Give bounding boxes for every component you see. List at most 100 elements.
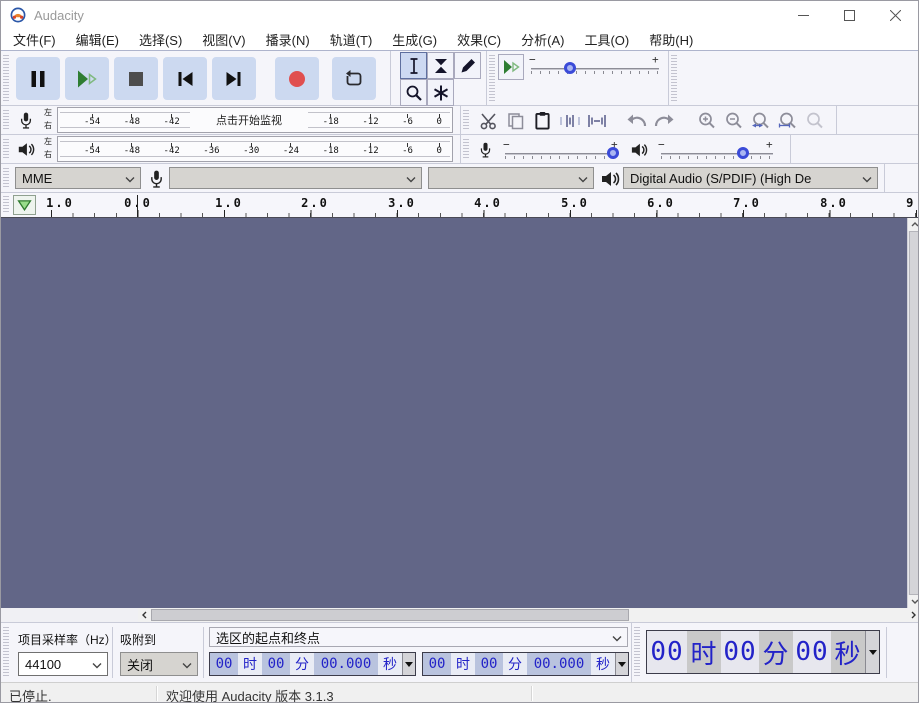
menu-view[interactable]: 视图(V) xyxy=(192,30,255,49)
monitor-hint-overlay[interactable]: 点击开始监视 xyxy=(190,109,308,131)
toolbar-grabber[interactable] xyxy=(463,139,469,159)
ruler-label: 2.0 xyxy=(301,196,329,210)
toolbar-grabber[interactable] xyxy=(3,627,9,678)
selection-end-minutes[interactable]: 00 xyxy=(475,653,503,675)
playback-volume-slider-thumb[interactable] xyxy=(737,147,749,159)
selection-start-hours[interactable]: 00 xyxy=(210,653,238,675)
minimize-button[interactable] xyxy=(780,1,826,29)
recording-volume-slider-thumb[interactable] xyxy=(607,147,619,159)
position-minutes[interactable]: 00 xyxy=(721,631,759,673)
menu-transport[interactable]: 播录(N) xyxy=(256,30,320,49)
toolbar-grabber[interactable] xyxy=(3,168,9,188)
undo-button[interactable] xyxy=(623,106,650,135)
zoom-fit-button[interactable] xyxy=(774,106,801,135)
menu-tools[interactable]: 工具(O) xyxy=(574,30,639,49)
toolbar-grabber[interactable] xyxy=(3,110,9,130)
toolbar-grabber[interactable] xyxy=(634,627,640,678)
skip-start-icon xyxy=(175,71,195,87)
audio-host-select[interactable]: MME xyxy=(15,167,141,189)
audio-position-field[interactable]: 00 时 00 分 00 秒 xyxy=(646,630,880,674)
recording-meter-mic-button[interactable] xyxy=(13,107,39,133)
recording-volume-slider-track[interactable] xyxy=(505,153,619,154)
selection-end-seconds[interactable]: 00.000 xyxy=(527,653,591,675)
scroll-right-button[interactable] xyxy=(907,608,919,622)
menu-generate[interactable]: 生成(G) xyxy=(382,30,447,49)
menu-tracks[interactable]: 轨道(T) xyxy=(320,30,383,49)
envelope-tool-button[interactable] xyxy=(427,52,454,79)
playback-meter[interactable]: -54 -48 -42 -36 -30 -24 -18 -12 -6 0 xyxy=(57,136,453,162)
maximize-button[interactable] xyxy=(826,1,872,29)
selection-end-hours[interactable]: 00 xyxy=(423,653,451,675)
selection-start-time-field[interactable]: 00 时 00 分 00.000 秒 xyxy=(209,652,416,676)
scroll-down-button[interactable] xyxy=(908,595,919,608)
play-icon xyxy=(74,69,100,89)
horizontal-scrollbar-row xyxy=(1,608,919,622)
speed-slider-track[interactable] xyxy=(531,68,659,69)
sample-rate-select[interactable]: 44100 xyxy=(18,652,108,676)
redo-button[interactable] xyxy=(650,106,677,135)
skip-to-start-button[interactable] xyxy=(163,57,207,100)
speed-slider-thumb[interactable] xyxy=(564,62,576,74)
toolbar-grabber[interactable] xyxy=(3,55,9,101)
playback-meter-speaker-button[interactable] xyxy=(13,136,39,162)
scroll-left-button[interactable] xyxy=(138,608,151,622)
snap-to-select[interactable]: 关闭 xyxy=(120,652,198,676)
silence-audio-button[interactable] xyxy=(583,106,610,135)
time-format-dropdown[interactable] xyxy=(615,653,628,675)
toolbar-grabber[interactable] xyxy=(3,196,9,214)
menu-edit[interactable]: 编辑(E) xyxy=(66,30,129,49)
draw-tool-button[interactable] xyxy=(454,52,481,79)
copy-button[interactable] xyxy=(502,106,529,135)
menu-effect[interactable]: 效果(C) xyxy=(447,30,511,49)
time-format-dropdown[interactable] xyxy=(402,653,415,675)
trim-audio-button[interactable] xyxy=(556,106,583,135)
selection-end-time-field[interactable]: 00 时 00 分 00.000 秒 xyxy=(422,652,629,676)
recording-device-select[interactable] xyxy=(169,167,422,189)
selection-tool-button[interactable] xyxy=(400,52,427,79)
hours-unit-label: 时 xyxy=(687,631,721,673)
selection-range-select[interactable]: 选区的起点和终点 xyxy=(209,627,628,647)
play-at-speed-button[interactable] xyxy=(498,54,524,80)
horizontal-scrollbar[interactable] xyxy=(138,608,919,622)
menu-file[interactable]: 文件(F) xyxy=(3,30,66,49)
multi-tool-button[interactable] xyxy=(427,79,454,106)
position-hours[interactable]: 00 xyxy=(647,631,687,673)
menu-analyze[interactable]: 分析(A) xyxy=(511,30,574,49)
selection-start-seconds[interactable]: 00.000 xyxy=(314,653,378,675)
pause-button[interactable] xyxy=(16,57,60,100)
stop-button[interactable] xyxy=(114,57,158,100)
zoom-tool-button[interactable] xyxy=(400,79,427,106)
menu-help[interactable]: 帮助(H) xyxy=(639,30,703,49)
recording-channels-select[interactable] xyxy=(428,167,594,189)
ruler-label: 5.0 xyxy=(561,196,589,210)
time-format-dropdown[interactable] xyxy=(865,631,879,673)
position-seconds[interactable]: 00 xyxy=(793,631,831,673)
zoom-toggle-button[interactable] xyxy=(801,106,828,135)
playback-volume-slider-track[interactable] xyxy=(661,153,773,154)
track-area[interactable] xyxy=(1,218,907,608)
timeline-pin-button[interactable] xyxy=(13,195,36,215)
zoom-out-button[interactable] xyxy=(720,106,747,135)
toolbar-grabber[interactable] xyxy=(3,139,9,159)
toolbar-grabber[interactable] xyxy=(671,55,677,101)
menu-select[interactable]: 选择(S) xyxy=(129,30,192,49)
horizontal-scrollbar-thumb[interactable] xyxy=(151,609,629,621)
playback-device-select[interactable]: Digital Audio (S/PDIF) (High De xyxy=(623,167,878,189)
toolbar-grabber[interactable] xyxy=(463,110,469,130)
play-button[interactable] xyxy=(65,57,109,100)
timeline-ruler[interactable]: 1.0 0.0 1.0 2.0 3.0 4.0 5.0 6.0 7.0 8.0 … xyxy=(1,193,919,218)
close-button[interactable] xyxy=(872,1,918,29)
vertical-scrollbar-thumb[interactable] xyxy=(909,231,919,595)
cut-button[interactable] xyxy=(475,106,502,135)
record-button[interactable] xyxy=(275,57,319,100)
paste-button[interactable] xyxy=(529,106,556,135)
selection-start-minutes[interactable]: 00 xyxy=(262,653,290,675)
loop-button[interactable] xyxy=(332,57,376,100)
skip-to-end-button[interactable] xyxy=(212,57,256,100)
scroll-up-button[interactable] xyxy=(908,218,919,231)
vertical-scrollbar[interactable] xyxy=(907,218,919,608)
recording-meter[interactable]: -54 -48 -42 -36 -30 -24 -18 -12 -6 0 点击开… xyxy=(57,107,453,133)
toolbar-grabber[interactable] xyxy=(489,55,495,101)
zoom-in-button[interactable] xyxy=(693,106,720,135)
zoom-selection-button[interactable] xyxy=(747,106,774,135)
